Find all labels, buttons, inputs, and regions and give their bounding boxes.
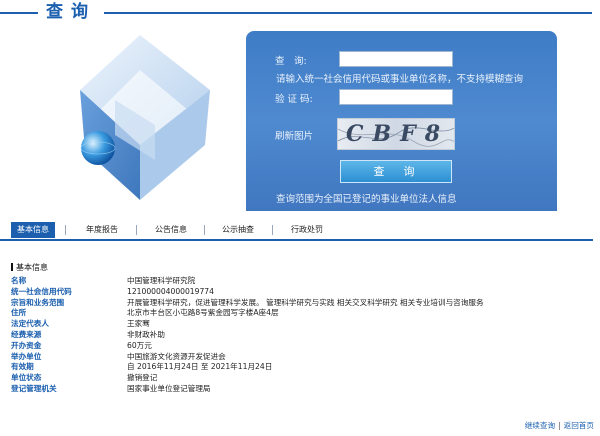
info-key: 住所 (11, 308, 27, 318)
tab-annual-report[interactable]: 年度报告 (86, 222, 118, 238)
info-value: 国家事业单位登记管理局 (127, 383, 211, 393)
continue-query-link[interactable]: 继续查询 (525, 421, 555, 430)
query-page: 查询 查 询: 请输入统一社会信用代码或事业单位名称，不支持模糊查询 验 证 码… (0, 0, 600, 436)
captcha-image[interactable]: CBF8 (337, 118, 455, 150)
info-value: 北京市丰台区小屯路8号紫金园写字楼A座4层 (127, 308, 279, 318)
info-key: 开办资金 (11, 340, 42, 350)
info-value: 撤销登记 (127, 373, 158, 383)
query-label: 查 询: (275, 56, 307, 67)
tab-divider (204, 225, 205, 235)
info-tab-bar: 基本信息 年度报告 公告信息 公示抽查 行政处罚 (0, 219, 593, 241)
captcha-input[interactable] (339, 89, 453, 105)
captcha-text: CBF8 (346, 121, 450, 147)
info-key: 宗旨和业务范围 (11, 297, 65, 307)
section-marker (11, 263, 13, 271)
submit-query-button[interactable]: 查 询 (340, 160, 452, 183)
tab-divider (272, 225, 273, 235)
query-input[interactable] (339, 51, 453, 67)
captcha-label: 验 证 码: (275, 94, 313, 105)
back-home-link[interactable]: 返回首页 (564, 421, 594, 430)
info-key: 经费来源 (11, 329, 42, 339)
info-value: 自 2016年11月24日 至 2021年11月24日 (127, 362, 273, 372)
cube-globe-illustration (80, 35, 210, 200)
info-key: 法定代表人 (11, 319, 49, 329)
tab-divider (65, 225, 66, 235)
info-value: 中国管理科学研究院 (127, 276, 196, 285)
tab-basic-info[interactable]: 基本信息 (11, 222, 55, 238)
info-key: 举办单位 (11, 351, 42, 361)
link-separator: | (558, 421, 561, 430)
tab-divider (136, 225, 137, 235)
info-key: 登记管理机关 (11, 383, 57, 393)
info-value: 60万元 (127, 340, 152, 350)
footer-links: 继续查询 | 返回首页 (525, 420, 594, 431)
info-key: 单位状态 (11, 373, 42, 383)
info-key: 有效期 (11, 362, 34, 372)
info-value: 非财政补助 (127, 329, 165, 339)
tab-administrative-penalty[interactable]: 行政处罚 (291, 222, 323, 238)
tab-bar-rule (0, 239, 593, 241)
query-hint: 请输入统一社会信用代码或事业单位名称，不支持模糊查询 (276, 74, 524, 85)
tab-spot-check[interactable]: 公示抽查 (222, 222, 254, 238)
query-scope-note: 查询范围为全国已登记的事业单位法人信息 (276, 194, 457, 205)
info-value: 王家骞 (127, 319, 150, 329)
info-value: 中国旅游文化资源开发促进会 (127, 351, 226, 361)
page-header: 查询 (0, 0, 600, 26)
page-title: 查询 (38, 0, 104, 24)
tab-announcements[interactable]: 公告信息 (155, 222, 187, 238)
info-key: 统一社会信用代码 (11, 286, 72, 296)
info-value: 开展管理科学研究，促进管理科学发展。 管理科学研究与实践 相关交叉科学研究 相关… (127, 297, 484, 307)
info-value: 121000004000019774 (127, 286, 214, 296)
section-heading: 基本信息 (11, 262, 48, 273)
section-title: 基本信息 (16, 263, 48, 272)
info-key: 名称 (11, 276, 27, 285)
refresh-captcha-link[interactable]: 刷新图片 (275, 128, 313, 142)
